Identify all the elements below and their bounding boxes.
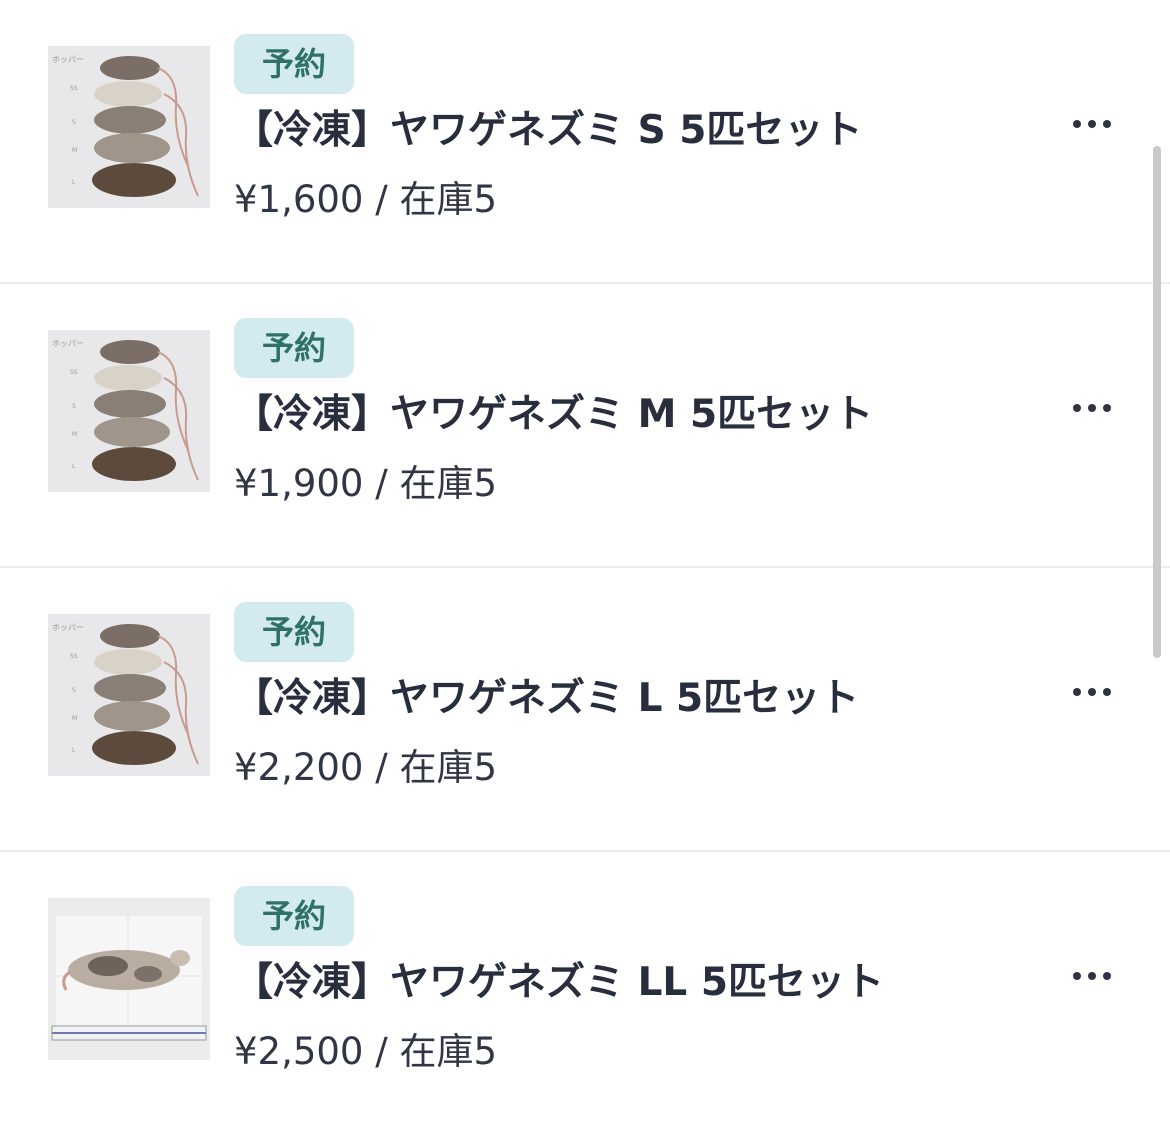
product-price: ¥1,900: [234, 462, 364, 505]
product-title[interactable]: 【冷凍】ヤワゲネズミ L 5匹セット: [234, 672, 859, 726]
more-options-button[interactable]: [1062, 94, 1122, 154]
svg-text:SS: SS: [70, 369, 78, 376]
more-options-button[interactable]: [1062, 378, 1122, 438]
meta-separator: /: [375, 178, 388, 221]
product-stock: 在庫5: [399, 746, 498, 789]
mice-size-chart-image: ホッパー SS S M L: [48, 330, 210, 492]
svg-text:ホッパー: ホッパー: [52, 623, 84, 632]
meta-separator: /: [375, 1030, 388, 1073]
product-list: ホッパー SS S M L 予約 【冷凍】ヤワゲネズミ S 5匹セット ¥1,6…: [0, 0, 1170, 1136]
product-thumbnail[interactable]: ホッパー SS S M L: [48, 330, 210, 492]
svg-text:ホッパー: ホッパー: [52, 55, 84, 64]
svg-text:M: M: [72, 147, 77, 154]
reservation-badge: 予約: [234, 34, 354, 94]
svg-text:M: M: [72, 715, 77, 722]
more-options-button[interactable]: [1062, 946, 1122, 1006]
product-meta: ¥2,200 / 在庫5: [234, 742, 497, 794]
product-stock: 在庫5: [399, 178, 498, 221]
product-stock: 在庫5: [399, 1030, 498, 1073]
mice-size-chart-image: ホッパー SS S M L: [48, 614, 210, 776]
more-options-button[interactable]: [1062, 662, 1122, 722]
product-thumbnail[interactable]: ホッパー SS S M L: [48, 46, 210, 208]
svg-text:S: S: [72, 119, 76, 126]
product-item[interactable]: ホッパー SS S M L 予約 【冷凍】ヤワゲネズミ M 5匹セット ¥1,9…: [0, 284, 1170, 568]
svg-text:SS: SS: [70, 653, 78, 660]
ellipsis-horizontal-icon: [1073, 688, 1081, 696]
vertical-scrollbar[interactable]: [1153, 146, 1161, 658]
product-title[interactable]: 【冷凍】ヤワゲネズミ S 5匹セット: [234, 104, 862, 158]
meta-separator: /: [375, 462, 388, 505]
product-item[interactable]: ホッパー SS S M L 予約 【冷凍】ヤワゲネズミ S 5匹セット ¥1,6…: [0, 0, 1170, 284]
reservation-badge: 予約: [234, 602, 354, 662]
product-meta: ¥1,600 / 在庫5: [234, 174, 497, 226]
product-thumbnail[interactable]: [48, 898, 210, 1060]
reservation-badge: 予約: [234, 886, 354, 946]
product-item[interactable]: 予約 【冷凍】ヤワゲネズミ LL 5匹セット ¥2,500 / 在庫5: [0, 852, 1170, 1136]
product-price: ¥2,500: [234, 1030, 364, 1073]
svg-text:S: S: [72, 687, 76, 694]
ellipsis-horizontal-icon: [1073, 972, 1081, 980]
product-meta: ¥2,500 / 在庫5: [234, 1026, 497, 1078]
product-price: ¥1,600: [234, 178, 364, 221]
svg-text:SS: SS: [70, 85, 78, 92]
product-title[interactable]: 【冷凍】ヤワゲネズミ LL 5匹セット: [234, 956, 884, 1010]
svg-text:M: M: [72, 431, 77, 438]
product-stock: 在庫5: [399, 462, 498, 505]
product-price: ¥2,200: [234, 746, 364, 789]
product-thumbnail[interactable]: ホッパー SS S M L: [48, 614, 210, 776]
product-meta: ¥1,900 / 在庫5: [234, 458, 497, 510]
ellipsis-horizontal-icon: [1073, 120, 1081, 128]
product-item[interactable]: ホッパー SS S M L 予約 【冷凍】ヤワゲネズミ L 5匹セット ¥2,2…: [0, 568, 1170, 852]
svg-text:ホッパー: ホッパー: [52, 339, 84, 348]
svg-text:S: S: [72, 403, 76, 410]
single-mouse-ruler-image: [48, 898, 210, 1060]
reservation-badge: 予約: [234, 318, 354, 378]
meta-separator: /: [375, 746, 388, 789]
mice-size-chart-image: ホッパー SS S M L: [48, 46, 210, 208]
ellipsis-horizontal-icon: [1073, 404, 1081, 412]
product-title[interactable]: 【冷凍】ヤワゲネズミ M 5匹セット: [234, 388, 873, 442]
